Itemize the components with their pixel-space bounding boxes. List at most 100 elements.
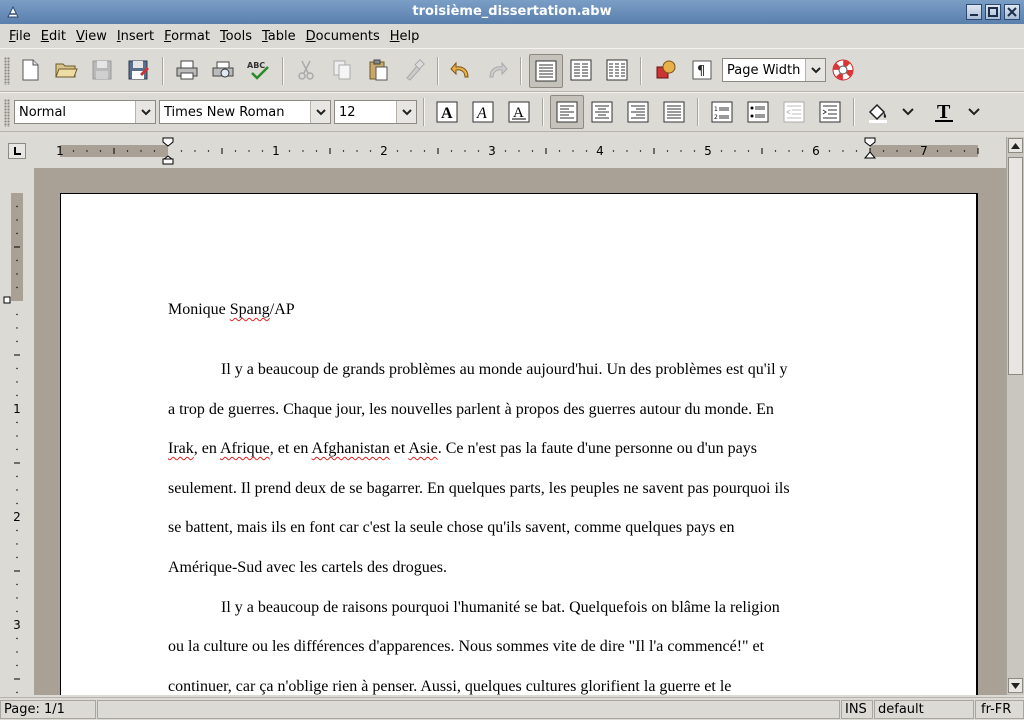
menu-format[interactable]: Format xyxy=(159,29,215,44)
menu-edit[interactable]: Edit xyxy=(36,29,71,44)
vertical-ruler[interactable]: 1 2 3 xyxy=(0,168,34,695)
print-preview-button[interactable] xyxy=(208,55,238,85)
save-button[interactable] xyxy=(87,55,117,85)
author-line[interactable]: Monique Spang/AP xyxy=(168,298,872,358)
ruler-tick xyxy=(410,150,412,152)
text-line[interactable]: Il y a beaucoup de raisons pourquoi l'hu… xyxy=(168,596,872,636)
two-columns-button[interactable] xyxy=(566,55,596,85)
vertical-scrollbar[interactable] xyxy=(1006,137,1024,695)
misspelled-word[interactable]: Irak xyxy=(168,440,194,457)
font-size-combo[interactable]: 12 xyxy=(334,100,417,124)
style-combo[interactable]: Normal xyxy=(14,100,156,124)
scroll-thumb[interactable] xyxy=(1008,157,1023,375)
undo-button[interactable] xyxy=(446,55,476,85)
bold-button[interactable]: A xyxy=(432,97,462,127)
menu-view[interactable]: View xyxy=(71,29,112,44)
horizontal-ruler[interactable]: 1 1 2 3 4 5 6 7 xyxy=(34,137,1006,165)
zoom-combo[interactable]: Page Width xyxy=(722,58,826,82)
one-column-icon xyxy=(535,60,557,82)
lifebuoy-icon xyxy=(832,59,854,81)
justify-button[interactable] xyxy=(659,97,689,127)
three-columns-button[interactable] xyxy=(602,55,632,85)
format-painter-button[interactable] xyxy=(399,55,429,85)
text-color-dropdown[interactable] xyxy=(964,97,984,127)
ruler-tick xyxy=(423,150,426,152)
numbered-list-button[interactable]: 12 xyxy=(707,97,737,127)
spellcheck-button[interactable]: ABC xyxy=(244,55,274,85)
paste-button[interactable] xyxy=(363,55,393,85)
menu-file[interactable]: File xyxy=(4,29,36,44)
print-button[interactable] xyxy=(172,55,202,85)
style-dropdown-arrow[interactable] xyxy=(135,101,155,123)
text-line[interactable]: Il y a beaucoup de grands problèmes au m… xyxy=(168,358,872,398)
maximize-button[interactable] xyxy=(985,4,1001,20)
text-line[interactable]: Irak, en Afrique, et en Afghanistan et A… xyxy=(168,437,872,477)
ruler-tick xyxy=(86,150,88,152)
format-painter-icon xyxy=(406,59,425,81)
highlight-color-dropdown[interactable] xyxy=(898,97,918,127)
italic-button[interactable]: A xyxy=(468,97,498,127)
document-text[interactable]: Monique Spang/AP Il y a beaucoup de gran… xyxy=(168,298,872,695)
font-dropdown-arrow[interactable] xyxy=(310,101,330,123)
font-combo[interactable]: Times New Roman xyxy=(159,100,331,124)
scroll-down-button[interactable] xyxy=(1008,678,1023,693)
help-button[interactable] xyxy=(828,55,858,85)
bullet-list-button[interactable] xyxy=(743,97,773,127)
save-disk-icon xyxy=(92,60,112,80)
redo-button[interactable] xyxy=(482,55,512,85)
open-button[interactable] xyxy=(51,55,81,85)
status-insert-mode[interactable]: INS xyxy=(841,700,873,719)
insert-picture-button[interactable] xyxy=(651,55,681,85)
toolbar-grip[interactable] xyxy=(4,57,10,85)
toolbar-grip[interactable] xyxy=(4,99,10,127)
scroll-up-button[interactable] xyxy=(1008,138,1023,153)
zoom-dropdown-arrow[interactable] xyxy=(805,59,825,81)
text-line[interactable]: a trop de guerres. Chaque jour, les nouv… xyxy=(168,398,872,438)
svg-text:A: A xyxy=(476,105,487,122)
ruler-label: 1 xyxy=(272,144,280,158)
font-size-dropdown-arrow[interactable] xyxy=(396,101,416,123)
menu-insert[interactable]: Insert xyxy=(112,29,159,44)
misspelled-word[interactable]: Asie xyxy=(408,440,437,457)
increase-indent-icon xyxy=(819,101,841,123)
copy-button[interactable] xyxy=(327,55,357,85)
align-right-button[interactable] xyxy=(623,97,653,127)
one-column-button[interactable] xyxy=(529,54,563,88)
decrease-indent-button[interactable] xyxy=(779,97,809,127)
misspelled-word[interactable]: Spang xyxy=(230,301,270,318)
minimize-button[interactable] xyxy=(966,4,982,20)
text-color-button[interactable]: T xyxy=(929,97,959,127)
misspelled-word[interactable]: Afghanistan xyxy=(312,440,390,457)
text-line[interactable]: se battent, mais ils en font car c'est l… xyxy=(168,516,872,556)
document-page[interactable]: Monique Spang/AP Il y a beaucoup de gran… xyxy=(60,193,978,695)
toolbar-separator xyxy=(640,57,642,85)
show-formatting-marks-button[interactable]: ¶ xyxy=(687,55,717,85)
menu-table[interactable]: Table xyxy=(257,29,301,44)
ruler-tick xyxy=(747,150,750,152)
menu-documents[interactable]: Documents xyxy=(301,29,385,44)
document-canvas[interactable]: Monique Spang/AP Il y a beaucoup de gran… xyxy=(34,168,1006,695)
toolbar-separator xyxy=(437,57,439,85)
increase-indent-button[interactable] xyxy=(815,97,845,127)
text-line[interactable]: Amérique-Sud avec les cartels des drogue… xyxy=(168,556,872,596)
ruler-tick xyxy=(16,286,18,289)
align-left-button[interactable] xyxy=(550,95,584,129)
menu-tools[interactable]: Tools xyxy=(215,29,257,44)
save-as-button[interactable] xyxy=(123,55,153,85)
text-line[interactable]: ou la culture ou les différences d'appar… xyxy=(168,635,872,675)
highlight-color-button[interactable] xyxy=(863,97,893,127)
text-line[interactable]: seulement. Il prend deux de se bagarrer.… xyxy=(168,477,872,517)
new-document-button[interactable] xyxy=(15,55,45,85)
top-margin-marker[interactable] xyxy=(3,296,11,304)
underline-button[interactable]: A xyxy=(504,97,534,127)
align-center-button[interactable] xyxy=(587,97,617,127)
ruler-tick xyxy=(950,150,952,152)
close-button[interactable] xyxy=(1004,4,1020,20)
text-line[interactable]: continuer, car ça n'oblige rien à penser… xyxy=(168,675,872,695)
tab-type-selector[interactable] xyxy=(8,143,26,159)
ruler-label: 5 xyxy=(704,144,712,158)
menu-documents-accelerator: D xyxy=(305,28,316,44)
cut-button[interactable] xyxy=(291,55,321,85)
menu-help[interactable]: Help xyxy=(385,29,425,44)
misspelled-word[interactable]: Afrique xyxy=(220,440,270,457)
